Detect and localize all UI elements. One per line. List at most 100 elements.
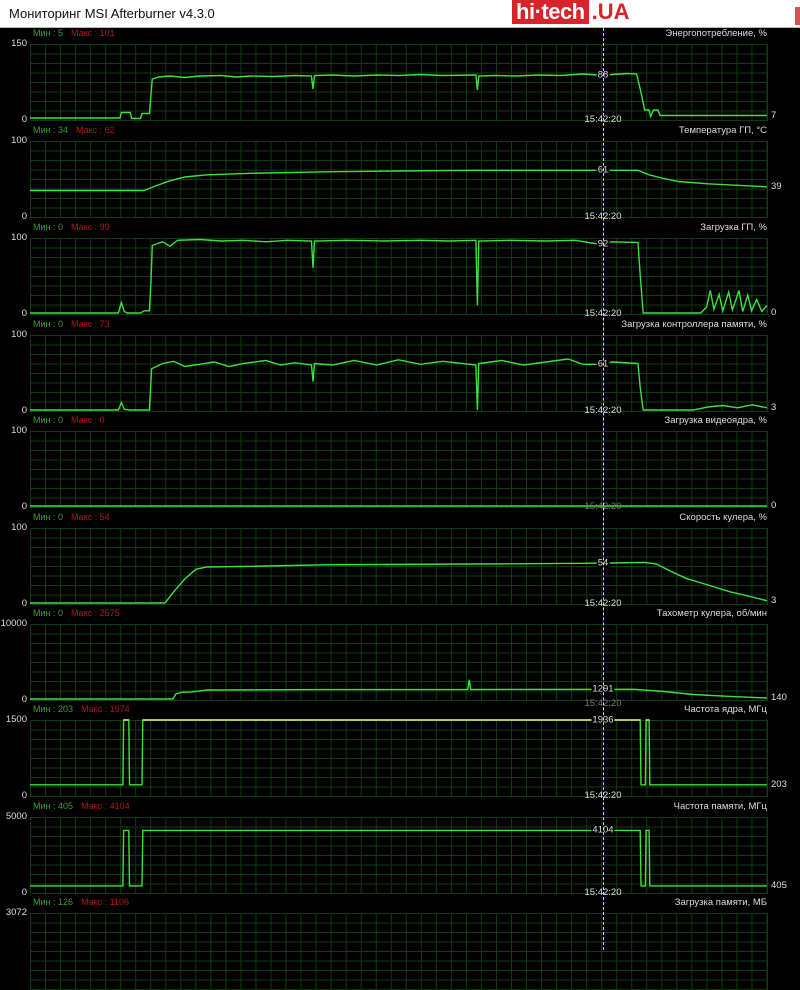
graph-area[interactable] bbox=[30, 238, 768, 315]
current-value: 39 bbox=[771, 180, 782, 192]
graph-area[interactable] bbox=[30, 624, 768, 701]
graph-title: Загрузка ГП, % bbox=[700, 222, 767, 233]
max-value: Макс : 2575 bbox=[71, 608, 120, 618]
y-axis-max-label: 100 bbox=[11, 232, 27, 243]
max-value: Макс : 1974 bbox=[81, 704, 130, 714]
graph-area[interactable] bbox=[30, 44, 768, 121]
min-value: Мин : 0 bbox=[33, 222, 64, 232]
series-line bbox=[30, 358, 768, 411]
y-axis-max-label: 100 bbox=[11, 425, 27, 436]
graph-area[interactable] bbox=[30, 335, 768, 412]
graph-title: Загрузка контроллера памяти, % bbox=[621, 319, 767, 330]
min-value: Мин : 126 bbox=[33, 897, 74, 907]
y-axis-min-label: 0 bbox=[21, 405, 27, 416]
y-axis-min-label: 0 bbox=[21, 308, 27, 319]
min-value: Мин : 405 bbox=[33, 801, 74, 811]
y-axis-min-label: 0 bbox=[21, 211, 27, 222]
window-edge-accent bbox=[795, 7, 800, 25]
y-axis-min-label: 0 bbox=[21, 887, 27, 898]
graph-title: Энергопотребление, % bbox=[665, 28, 767, 39]
window-title: Мониторинг MSI Afterburner v4.3.0 bbox=[9, 6, 215, 21]
min-value: Мин : 0 bbox=[33, 319, 64, 329]
graph-title: Частота памяти, МГц bbox=[673, 801, 767, 812]
current-value: 405 bbox=[771, 879, 787, 891]
graph-area[interactable] bbox=[30, 719, 768, 797]
hitech-logo: hi·tech .UA bbox=[512, 0, 630, 24]
y-axis-min-label: 0 bbox=[21, 790, 27, 801]
min-max-readout: Мин : 34 Макс : 62 bbox=[33, 125, 115, 135]
series-line bbox=[30, 72, 767, 120]
min-value: Мин : 0 bbox=[33, 512, 64, 522]
min-max-readout: Мин : 0 Макс : 99 bbox=[33, 222, 110, 232]
current-value: 7 bbox=[771, 109, 777, 121]
max-value: Макс : 62 bbox=[76, 125, 115, 135]
graph-svg bbox=[30, 719, 767, 786]
y-axis-max-label: 5000 bbox=[5, 811, 27, 822]
y-axis-max-label: 100 bbox=[11, 329, 27, 340]
y-axis-max-label: 3072 bbox=[5, 907, 27, 918]
graph-title: Загрузка видеоядра, % bbox=[664, 415, 767, 426]
graph-svg bbox=[30, 358, 768, 411]
current-value: 0 bbox=[771, 500, 777, 511]
y-axis-min-label: 0 bbox=[21, 114, 27, 125]
graph-area[interactable] bbox=[30, 528, 768, 605]
graph-svg bbox=[30, 561, 768, 604]
min-max-readout: Мин : 405 Макс : 4104 bbox=[33, 801, 130, 811]
y-axis-max-label: 100 bbox=[11, 522, 27, 533]
max-value: Макс : 1106 bbox=[81, 897, 130, 907]
y-axis-max-label: 100 bbox=[11, 135, 27, 146]
min-max-readout: Мин : 0 Макс : 2575 bbox=[33, 608, 120, 618]
y-axis-max-label: 150 bbox=[11, 38, 27, 49]
max-value: Макс : 73 bbox=[71, 319, 110, 329]
max-value: Макс : 54 bbox=[71, 512, 110, 522]
graph-title: Частота ядра, МГц bbox=[684, 704, 767, 715]
window-titlebar: Мониторинг MSI Afterburner v4.3.0 hi·tec… bbox=[0, 0, 800, 28]
logo-brand: hi·tech bbox=[512, 0, 589, 24]
graph-title: Скорость кулера, % bbox=[679, 512, 767, 523]
graph-svg bbox=[30, 679, 768, 700]
graph-svg bbox=[30, 238, 768, 314]
graph-area[interactable] bbox=[30, 431, 768, 508]
y-axis-max-label: 1500 bbox=[5, 714, 27, 725]
y-axis-min-label: 0 bbox=[21, 694, 27, 705]
time-cursor-line[interactable] bbox=[603, 28, 604, 950]
min-max-readout: Мин : 5 Макс : 101 bbox=[33, 28, 115, 38]
graph-area[interactable] bbox=[30, 817, 768, 894]
series-line bbox=[30, 561, 768, 604]
graph-area[interactable] bbox=[30, 913, 768, 990]
graph-svg bbox=[30, 829, 767, 887]
y-axis-max-label: 10000 bbox=[0, 618, 27, 629]
min-max-readout: Мин : 203 Макс : 1974 bbox=[33, 704, 130, 714]
graph-svg bbox=[30, 505, 767, 507]
graph-svg bbox=[30, 169, 768, 192]
min-value: Мин : 203 bbox=[33, 704, 74, 714]
max-value: Макс : 0 bbox=[71, 415, 105, 425]
current-value: 203 bbox=[771, 778, 787, 790]
graph-title: Загрузка памяти, МБ bbox=[674, 897, 767, 908]
min-value: Мин : 0 bbox=[33, 415, 64, 425]
min-max-readout: Мин : 0 Макс : 73 bbox=[33, 319, 110, 329]
graph-svg bbox=[30, 913, 767, 989]
current-value: 0 bbox=[771, 307, 777, 318]
current-value: 140 bbox=[771, 691, 787, 703]
y-axis-min-label: 0 bbox=[21, 598, 27, 609]
logo-suffix: .UA bbox=[591, 0, 630, 24]
series-line bbox=[30, 829, 767, 887]
graph-title: Температура ГП, °C bbox=[678, 125, 767, 136]
series-line bbox=[30, 719, 767, 786]
series-line bbox=[30, 169, 768, 192]
max-value: Макс : 4104 bbox=[81, 801, 130, 811]
min-max-readout: Мин : 0 Макс : 0 bbox=[33, 415, 105, 425]
max-value: Макс : 101 bbox=[71, 28, 115, 38]
current-value: 3 bbox=[771, 401, 777, 413]
min-max-readout: Мин : 126 Макс : 1106 bbox=[33, 897, 129, 907]
min-max-readout: Мин : 0 Макс : 54 bbox=[33, 512, 110, 522]
graph-svg bbox=[30, 72, 767, 120]
graph-title: Тахометр кулера, об/мин bbox=[656, 608, 767, 619]
graph-area[interactable] bbox=[30, 141, 768, 218]
current-value: 3 bbox=[771, 594, 777, 606]
y-axis-min-label: 0 bbox=[21, 501, 27, 512]
min-value: Мин : 0 bbox=[33, 608, 64, 618]
series-line bbox=[30, 679, 768, 700]
min-value: Мин : 5 bbox=[33, 28, 64, 38]
